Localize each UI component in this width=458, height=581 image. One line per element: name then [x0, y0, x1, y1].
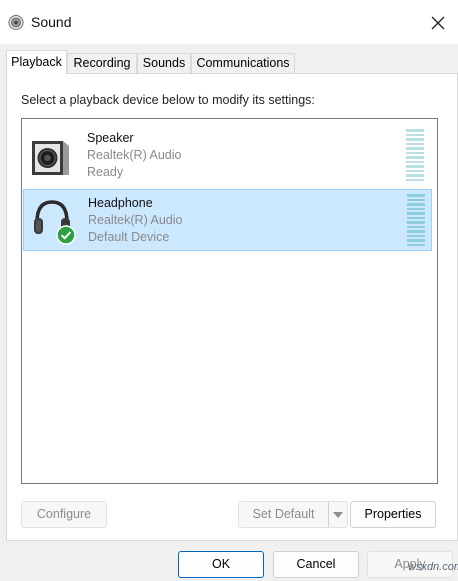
tab-playback[interactable]: Playback	[6, 50, 67, 74]
tab-recording[interactable]: Recording	[67, 53, 137, 73]
close-button[interactable]	[422, 8, 454, 38]
device-item-headphone[interactable]: Headphone Realtek(R) Audio Default Devic…	[23, 189, 432, 251]
speaker-icon	[8, 15, 24, 30]
set-default-dropdown[interactable]	[328, 501, 348, 528]
configure-button[interactable]: Configure	[21, 501, 107, 528]
device-list[interactable]: Speaker Realtek(R) Audio Ready Headphone…	[21, 118, 438, 484]
volume-meter	[406, 129, 424, 181]
device-name: Speaker	[87, 131, 134, 145]
device-status: Default Device	[88, 230, 170, 244]
device-driver: Realtek(R) Audio	[87, 148, 182, 162]
device-name: Headphone	[88, 196, 153, 210]
close-icon	[431, 16, 445, 30]
checkmark-icon	[56, 225, 76, 245]
volume-meter	[407, 194, 425, 246]
cancel-button[interactable]: Cancel	[273, 551, 359, 578]
tab-sounds[interactable]: Sounds	[137, 53, 191, 73]
device-status: Ready	[87, 165, 124, 179]
properties-button[interactable]: Properties	[350, 501, 436, 528]
device-driver: Realtek(R) Audio	[88, 213, 183, 227]
set-default-button[interactable]: Set Default	[238, 501, 329, 528]
window-title: Sound	[31, 14, 72, 30]
playback-panel: Select a playback device below to modify…	[6, 73, 458, 541]
speaker-icon	[32, 141, 69, 175]
tab-communications[interactable]: Communications	[191, 53, 295, 73]
title-bar: Sound	[0, 0, 458, 44]
instruction-text: Select a playback device below to modify…	[21, 93, 315, 107]
ok-button[interactable]: OK	[178, 551, 264, 578]
watermark: wsxdn.com	[408, 561, 458, 573]
chevron-down-icon	[333, 511, 343, 518]
device-item-speaker[interactable]: Speaker Realtek(R) Audio Ready	[23, 125, 432, 187]
